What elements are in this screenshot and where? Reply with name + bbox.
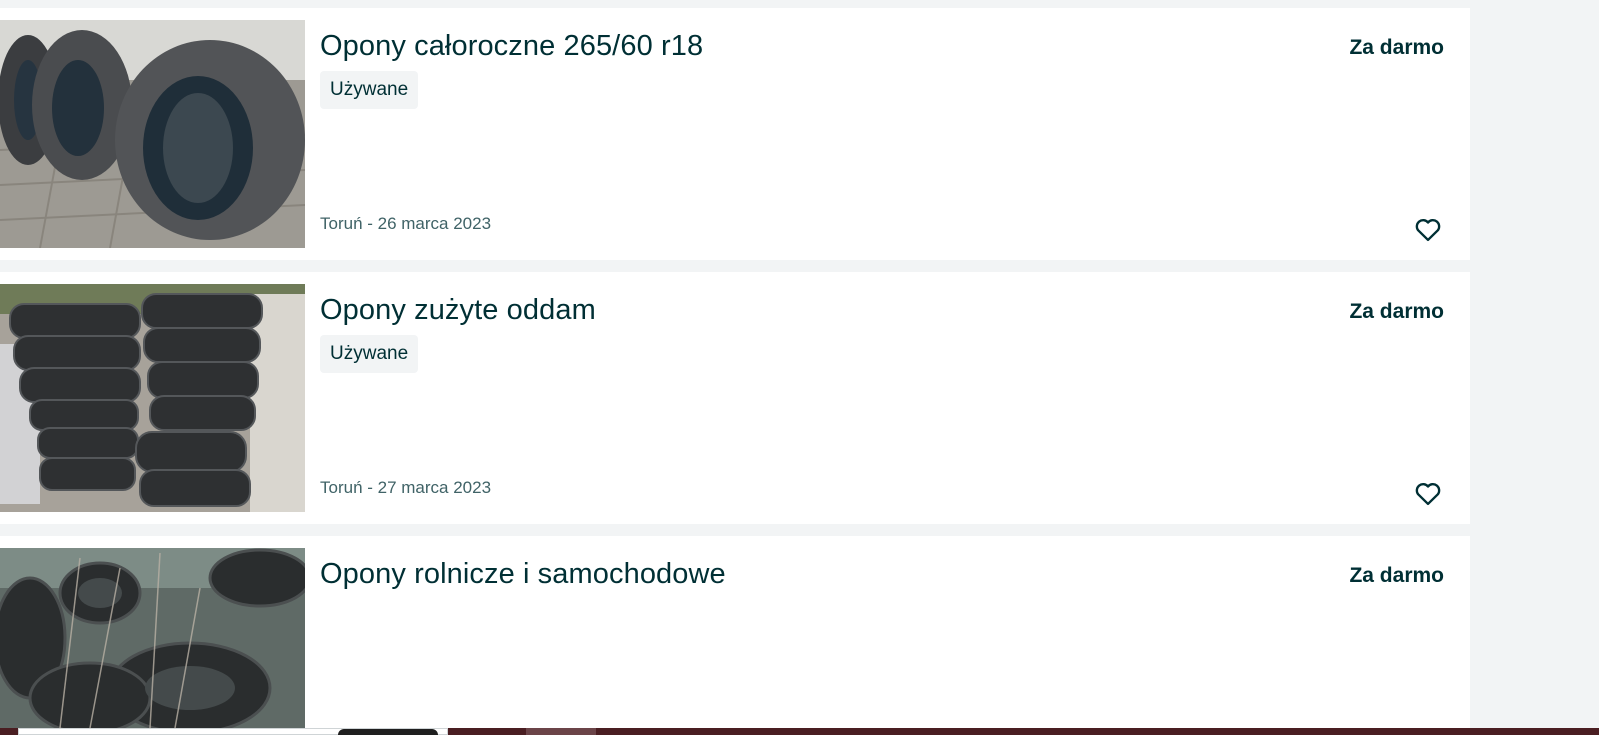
taskbar-app-tab[interactable]	[526, 728, 596, 735]
condition-badge: Używane	[320, 71, 419, 109]
listing-title[interactable]: Opony rolnicze i samochodowe	[320, 556, 726, 592]
taskbar-button[interactable]	[338, 729, 438, 735]
condition-badge: Używane	[320, 335, 419, 373]
listing-title[interactable]: Opony zużyte oddam	[320, 292, 596, 328]
listing-price: Za darmo	[1349, 300, 1444, 323]
right-gutter	[1470, 0, 1599, 728]
heart-outline-icon[interactable]	[1414, 480, 1442, 508]
listing-card[interactable]: Opony rolnicze i samochodowe Za darmo	[0, 536, 1470, 728]
listing-price: Za darmo	[1349, 36, 1444, 59]
taskbar-strip	[0, 728, 1599, 735]
listing-photo[interactable]	[0, 548, 305, 728]
listing-photo[interactable]	[0, 20, 305, 248]
listing-card[interactable]: Opony zużyte oddam Używane Za darmo Toru…	[0, 272, 1470, 524]
listing-location-date: Toruń - 27 marca 2023	[320, 478, 492, 497]
heart-outline-icon[interactable]	[1414, 216, 1442, 244]
listings-page: Opony całoroczne 265/60 r18 Używane Za d…	[0, 0, 1599, 735]
listing-card[interactable]: Opony całoroczne 265/60 r18 Używane Za d…	[0, 8, 1470, 260]
listing-price: Za darmo	[1349, 564, 1444, 587]
listing-photo[interactable]	[0, 284, 305, 512]
listing-location-date: Toruń - 26 marca 2023	[320, 214, 492, 233]
listing-title[interactable]: Opony całoroczne 265/60 r18	[320, 28, 703, 64]
